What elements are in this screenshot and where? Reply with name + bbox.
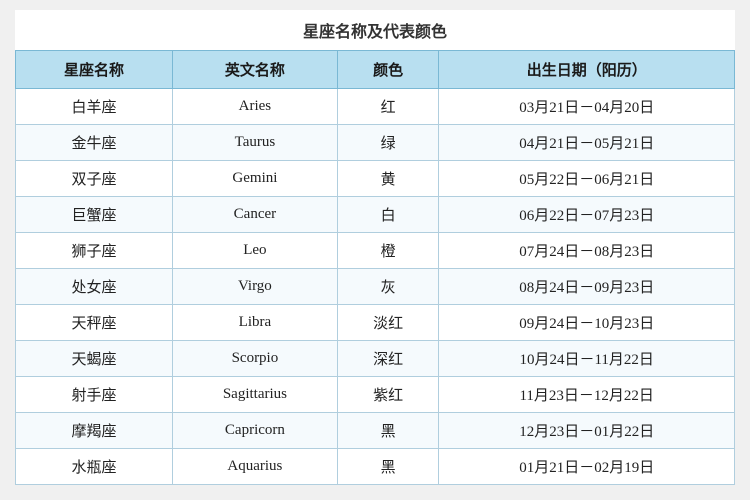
table-cell: 12月23日－01月22日: [439, 413, 735, 449]
table-cell: 05月22日－06月21日: [439, 161, 735, 197]
table-cell: Capricorn: [173, 413, 338, 449]
table-row: 双子座Gemini黄05月22日－06月21日: [16, 161, 735, 197]
table-cell: 天蝎座: [16, 341, 173, 377]
table-cell: 11月23日－12月22日: [439, 377, 735, 413]
zodiac-table: 星座名称 英文名称 颜色 出生日期（阳历） 白羊座Aries红03月21日－04…: [15, 50, 735, 485]
table-cell: Virgo: [173, 269, 338, 305]
table-row: 水瓶座Aquarius黑01月21日－02月19日: [16, 449, 735, 485]
table-cell: 09月24日－10月23日: [439, 305, 735, 341]
table-row: 天秤座Libra淡红09月24日－10月23日: [16, 305, 735, 341]
table-row: 摩羯座Capricorn黑12月23日－01月22日: [16, 413, 735, 449]
table-cell: Sagittarius: [173, 377, 338, 413]
table-cell: Leo: [173, 233, 338, 269]
table-cell: 01月21日－02月19日: [439, 449, 735, 485]
table-body: 白羊座Aries红03月21日－04月20日金牛座Taurus绿04月21日－0…: [16, 89, 735, 485]
table-header-row: 星座名称 英文名称 颜色 出生日期（阳历）: [16, 51, 735, 89]
main-container: 星座名称及代表颜色 星座名称 英文名称 颜色 出生日期（阳历） 白羊座Aries…: [15, 10, 735, 485]
table-cell: 橙: [337, 233, 439, 269]
table-row: 处女座Virgo灰08月24日－09月23日: [16, 269, 735, 305]
table-cell: Aries: [173, 89, 338, 125]
table-row: 射手座Sagittarius紫红11月23日－12月22日: [16, 377, 735, 413]
table-cell: 红: [337, 89, 439, 125]
col-header-date: 出生日期（阳历）: [439, 51, 735, 89]
table-cell: 灰: [337, 269, 439, 305]
table-cell: 天秤座: [16, 305, 173, 341]
table-row: 白羊座Aries红03月21日－04月20日: [16, 89, 735, 125]
table-cell: 双子座: [16, 161, 173, 197]
table-cell: 紫红: [337, 377, 439, 413]
table-cell: 淡红: [337, 305, 439, 341]
table-cell: 金牛座: [16, 125, 173, 161]
table-cell: 白: [337, 197, 439, 233]
table-cell: 03月21日－04月20日: [439, 89, 735, 125]
table-cell: 白羊座: [16, 89, 173, 125]
table-cell: 10月24日－11月22日: [439, 341, 735, 377]
table-cell: 06月22日－07月23日: [439, 197, 735, 233]
table-row: 金牛座Taurus绿04月21日－05月21日: [16, 125, 735, 161]
table-cell: Aquarius: [173, 449, 338, 485]
table-cell: 04月21日－05月21日: [439, 125, 735, 161]
table-cell: Taurus: [173, 125, 338, 161]
table-cell: 处女座: [16, 269, 173, 305]
table-cell: Gemini: [173, 161, 338, 197]
table-cell: 黑: [337, 413, 439, 449]
table-cell: 摩羯座: [16, 413, 173, 449]
table-cell: Cancer: [173, 197, 338, 233]
table-cell: 狮子座: [16, 233, 173, 269]
table-cell: 水瓶座: [16, 449, 173, 485]
table-cell: 08月24日－09月23日: [439, 269, 735, 305]
col-header-chinese: 星座名称: [16, 51, 173, 89]
table-cell: 07月24日－08月23日: [439, 233, 735, 269]
table-cell: 深红: [337, 341, 439, 377]
table-cell: Scorpio: [173, 341, 338, 377]
col-header-english: 英文名称: [173, 51, 338, 89]
col-header-color: 颜色: [337, 51, 439, 89]
table-cell: Libra: [173, 305, 338, 341]
table-row: 狮子座Leo橙07月24日－08月23日: [16, 233, 735, 269]
table-cell: 绿: [337, 125, 439, 161]
page-title: 星座名称及代表颜色: [15, 10, 735, 50]
table-cell: 巨蟹座: [16, 197, 173, 233]
table-cell: 黑: [337, 449, 439, 485]
table-row: 天蝎座Scorpio深红10月24日－11月22日: [16, 341, 735, 377]
table-cell: 黄: [337, 161, 439, 197]
table-cell: 射手座: [16, 377, 173, 413]
table-row: 巨蟹座Cancer白06月22日－07月23日: [16, 197, 735, 233]
